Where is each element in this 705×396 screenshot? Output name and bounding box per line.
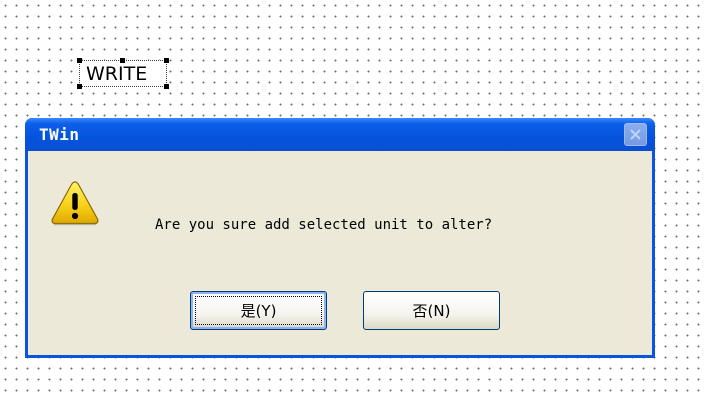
no-button[interactable]: 否(N) bbox=[363, 291, 500, 330]
warning-icon bbox=[51, 181, 99, 226]
yes-button[interactable]: 是(Y) bbox=[190, 291, 327, 330]
close-icon bbox=[630, 129, 641, 140]
resize-handle[interactable] bbox=[77, 84, 82, 89]
dialog-message: Are you sure add selected unit to alter? bbox=[155, 217, 493, 233]
canvas-write-object[interactable]: WRITE bbox=[77, 58, 169, 89]
resize-handle[interactable] bbox=[164, 84, 169, 89]
focus-ring bbox=[195, 296, 322, 325]
close-button[interactable] bbox=[624, 123, 647, 146]
dialog-titlebar[interactable]: TWin bbox=[25, 118, 655, 151]
canvas-object-label: WRITE bbox=[86, 63, 148, 85]
message-dialog: TWin Are you sure add selected unit to a… bbox=[25, 118, 655, 358]
no-button-label: 否(N) bbox=[412, 302, 451, 320]
resize-handle[interactable] bbox=[77, 58, 82, 63]
resize-handle[interactable] bbox=[164, 58, 169, 63]
dialog-title: TWin bbox=[39, 125, 80, 144]
dialog-body: Are you sure add selected unit to alter?… bbox=[28, 151, 652, 355]
